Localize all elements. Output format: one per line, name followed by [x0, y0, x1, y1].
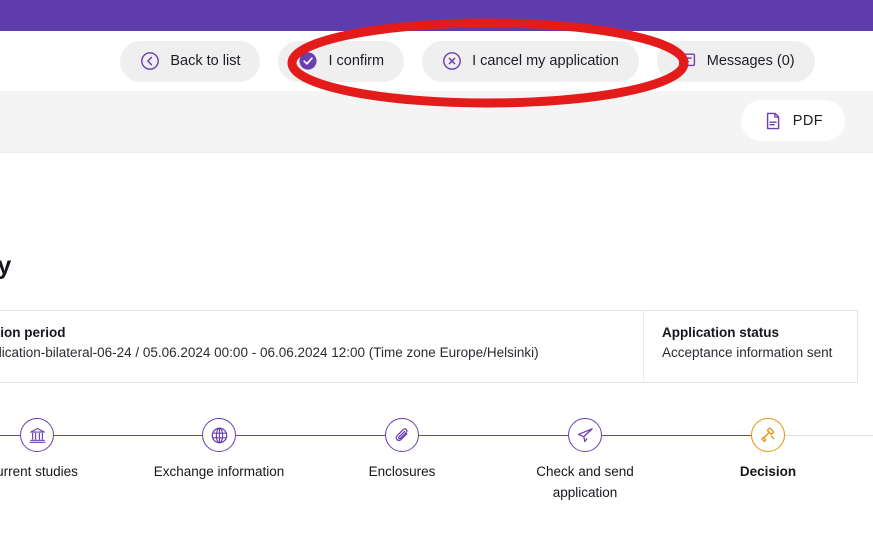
paper-plane-icon [568, 418, 602, 452]
stepper-label-current-studies: urrent studies [0, 464, 78, 479]
cancel-application-button[interactable]: I cancel my application [422, 40, 639, 82]
confirm-button[interactable]: I confirm [278, 40, 405, 82]
bank-icon [20, 418, 54, 452]
back-to-list-button[interactable]: Back to list [120, 40, 261, 82]
application-page: Back to list I confirm I cancel my appli… [0, 0, 873, 550]
application-period-label: Application period [0, 325, 66, 340]
stepper-label-decision: Decision [739, 464, 797, 479]
application-period-column: Application period Test-application-bila… [0, 311, 643, 382]
document-toolbar: PDF [0, 91, 873, 153]
stepper-step-decision[interactable]: Decision [693, 408, 843, 483]
application-info-card: Application period Test-application-bila… [0, 310, 858, 383]
stepper-step-current-studies[interactable]: urrent studies [0, 408, 112, 483]
stepper-step-exchange-information[interactable]: Exchange information [144, 408, 294, 483]
pdf-button[interactable]: PDF [740, 100, 845, 141]
document-icon [763, 111, 783, 131]
stepper-label-check-and-send: Check and send application [536, 464, 634, 500]
confirm-label: I confirm [328, 52, 385, 69]
paperclip-icon [385, 418, 419, 452]
back-to-list-label: Back to list [170, 52, 241, 69]
circle-arrow-left-icon [140, 51, 160, 71]
chat-bubble-icon [677, 51, 697, 71]
messages-label: Messages (0) [706, 52, 795, 69]
app-header-bar [0, 0, 873, 31]
action-toolbar: Back to list I confirm I cancel my appli… [0, 31, 873, 91]
main-content: t mobility Application period Test-appli… [0, 154, 873, 550]
pdf-label: PDF [792, 112, 823, 129]
stepper-step-check-and-send[interactable]: Check and send application [510, 408, 660, 504]
application-status-value: Acceptance information sent [662, 345, 833, 360]
circle-x-outline-icon [442, 51, 462, 71]
globe-icon [202, 418, 236, 452]
application-status-label: Application status [662, 325, 780, 340]
circle-check-filled-icon [298, 51, 318, 71]
stepper-step-enclosures[interactable]: Enclosures [327, 408, 477, 483]
messages-button[interactable]: Messages (0) [656, 40, 815, 82]
stepper-label-exchange-information: Exchange information [153, 464, 285, 479]
application-status-column: Application status Acceptance informatio… [643, 311, 859, 382]
cancel-application-label: I cancel my application [472, 52, 619, 69]
stepper-label-enclosures: Enclosures [368, 464, 436, 479]
gavel-icon [751, 418, 785, 452]
page-title: t mobility [0, 252, 12, 280]
application-stepper: urrent studies Exchange information Encl… [0, 408, 873, 508]
application-period-value: Test-application-bilateral-06-24 / 05.06… [0, 345, 539, 360]
